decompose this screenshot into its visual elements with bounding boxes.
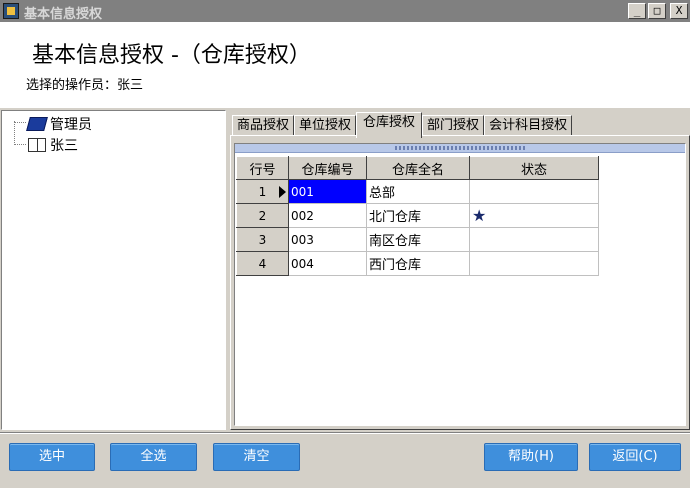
warehouse-name-cell[interactable]: 总部 [366, 179, 470, 204]
status-cell[interactable] [469, 251, 599, 276]
select-button[interactable]: 选中 [9, 443, 95, 471]
tree-connector [14, 122, 26, 123]
warehouse-name-cell[interactable]: 西门仓库 [366, 251, 470, 276]
warehouse-name-cell[interactable]: 北门仓库 [366, 203, 470, 228]
page-title: 基本信息授权 -（仓库授权） [32, 43, 311, 68]
table-row[interactable]: 2 002 北门仓库 ★ [236, 203, 599, 228]
closed-book-icon [26, 117, 48, 131]
tab-content: 行号 仓库编号 仓库全名 状态 1 001 总部 2 002 北门仓库 ★ 3 … [230, 135, 690, 430]
window-title: 基本信息授权 [24, 7, 103, 22]
column-header-row-number[interactable]: 行号 [236, 156, 289, 180]
close-button[interactable]: X [670, 3, 688, 19]
open-book-icon [28, 138, 46, 152]
title-bar: 基本信息授权 _ □ X [0, 0, 690, 22]
authorization-panel: 商品授权 单位授权 仓库授权 部门授权 会计科目授权 行号 仓库编号 仓库全名 … [228, 110, 690, 430]
warehouse-table: 行号 仓库编号 仓库全名 状态 1 001 总部 2 002 北门仓库 ★ 3 … [236, 156, 599, 276]
warehouse-grid[interactable]: 行号 仓库编号 仓库全名 状态 1 001 总部 2 002 北门仓库 ★ 3 … [234, 143, 686, 426]
tree-line [14, 121, 15, 145]
minimize-button[interactable]: _ [628, 3, 646, 19]
status-cell[interactable] [469, 179, 599, 204]
row-number-cell[interactable]: 4 [236, 251, 289, 276]
row-number-cell[interactable]: 3 [236, 227, 289, 252]
tab-warehouse[interactable]: 仓库授权 [356, 112, 423, 138]
table-row[interactable]: 1 001 总部 [236, 179, 599, 204]
header: 基本信息授权 -（仓库授权） 选择的操作员：张三 [0, 22, 690, 108]
app-icon [3, 3, 19, 19]
help-button[interactable]: 帮助(H) [484, 443, 578, 471]
tab-department[interactable]: 部门授权 [422, 115, 485, 137]
clear-button[interactable]: 清空 [213, 443, 300, 471]
operator-tree[interactable]: 管理员 张三 [1, 110, 226, 430]
warehouse-code-cell[interactable]: 001 [288, 179, 367, 204]
maximize-button[interactable]: □ [648, 3, 666, 19]
row-number-cell[interactable]: 2 [236, 203, 289, 228]
warehouse-name-cell[interactable]: 南区仓库 [366, 227, 470, 252]
current-row-indicator-icon [279, 186, 286, 198]
status-cell[interactable] [469, 227, 599, 252]
grip-handle[interactable] [395, 146, 525, 150]
column-header-status[interactable]: 状态 [469, 156, 599, 180]
select-all-button[interactable]: 全选 [110, 443, 197, 471]
column-header-name[interactable]: 仓库全名 [366, 156, 470, 180]
operator-label: 选择的操作员：张三 [26, 78, 144, 93]
tab-units[interactable]: 单位授权 [294, 115, 357, 137]
warehouse-code-cell[interactable]: 004 [288, 251, 367, 276]
bottom-separator [0, 432, 690, 434]
table-row[interactable]: 4 004 西门仓库 [236, 251, 599, 276]
tab-accounts[interactable]: 会计科目授权 [484, 115, 573, 137]
tree-connector [14, 144, 26, 145]
table-header-row: 行号 仓库编号 仓库全名 状态 [236, 156, 599, 180]
tab-goods[interactable]: 商品授权 [232, 115, 295, 137]
column-header-code[interactable]: 仓库编号 [288, 156, 367, 180]
tree-node-label: 管理员 [50, 117, 92, 133]
back-button[interactable]: 返回(C) [589, 443, 681, 471]
tree-node-admin[interactable]: 管理员 [26, 114, 92, 134]
row-number-cell[interactable]: 1 [236, 179, 289, 204]
tab-strip: 商品授权 单位授权 仓库授权 部门授权 会计科目授权 [232, 112, 573, 138]
tree-node-zhangsan[interactable]: 张三 [28, 135, 78, 155]
warehouse-code-cell[interactable]: 002 [288, 203, 367, 228]
tree-node-label: 张三 [50, 138, 78, 154]
row-number: 1 [258, 184, 267, 199]
warehouse-code-cell[interactable]: 003 [288, 227, 367, 252]
grid-header-bar [235, 144, 685, 153]
status-cell[interactable]: ★ [469, 203, 599, 228]
table-row[interactable]: 3 003 南区仓库 [236, 227, 599, 252]
